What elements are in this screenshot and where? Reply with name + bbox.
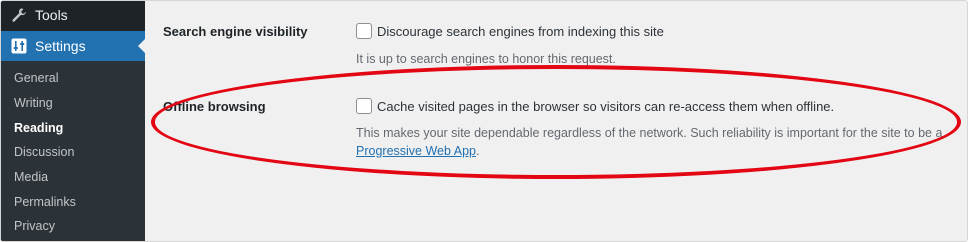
submenu-item-reading[interactable]: Reading [14, 121, 63, 135]
submenu-item-media[interactable]: Media [14, 170, 48, 184]
search-visibility-label: Search engine visibility [163, 24, 308, 39]
pwa-link-period: . [475, 144, 480, 158]
offline-browsing-description: This makes your site dependable regardle… [356, 126, 943, 140]
submenu-item-permalinks[interactable]: Permalinks [14, 195, 76, 209]
settings-form: Search engine visibility Discourage sear… [145, 1, 967, 241]
pwa-link[interactable]: Progressive Web App [356, 144, 476, 158]
offline-browsing-checkbox[interactable] [356, 98, 372, 114]
submenu-item-writing[interactable]: Writing [14, 96, 53, 110]
offline-browsing-label: Offline browsing [163, 99, 266, 114]
wrench-icon [11, 7, 27, 23]
search-visibility-checkbox-label[interactable]: Discourage search engines from indexing … [377, 24, 664, 39]
search-visibility-checkbox[interactable] [356, 23, 372, 39]
search-visibility-description: It is up to search engines to honor this… [356, 52, 616, 66]
admin-sidebar: Tools Settings General Writing Reading D… [1, 1, 145, 241]
settings-submenu: General Writing Reading Discussion Media… [1, 61, 145, 241]
menu-item-settings-label: Settings [35, 38, 86, 54]
screen: Tools Settings General Writing Reading D… [0, 0, 968, 242]
settings-sliders-icon [11, 38, 27, 54]
submenu-item-discussion[interactable]: Discussion [14, 145, 74, 159]
offline-browsing-description-line2: Progressive Web App. [356, 144, 479, 158]
menu-item-settings[interactable]: Settings [1, 31, 145, 61]
offline-browsing-checkbox-label[interactable]: Cache visited pages in the browser so vi… [377, 99, 834, 114]
menu-item-tools-label: Tools [35, 7, 68, 23]
submenu-item-privacy[interactable]: Privacy [14, 219, 55, 233]
menu-item-tools[interactable]: Tools [1, 1, 145, 29]
submenu-item-general[interactable]: General [14, 71, 58, 85]
